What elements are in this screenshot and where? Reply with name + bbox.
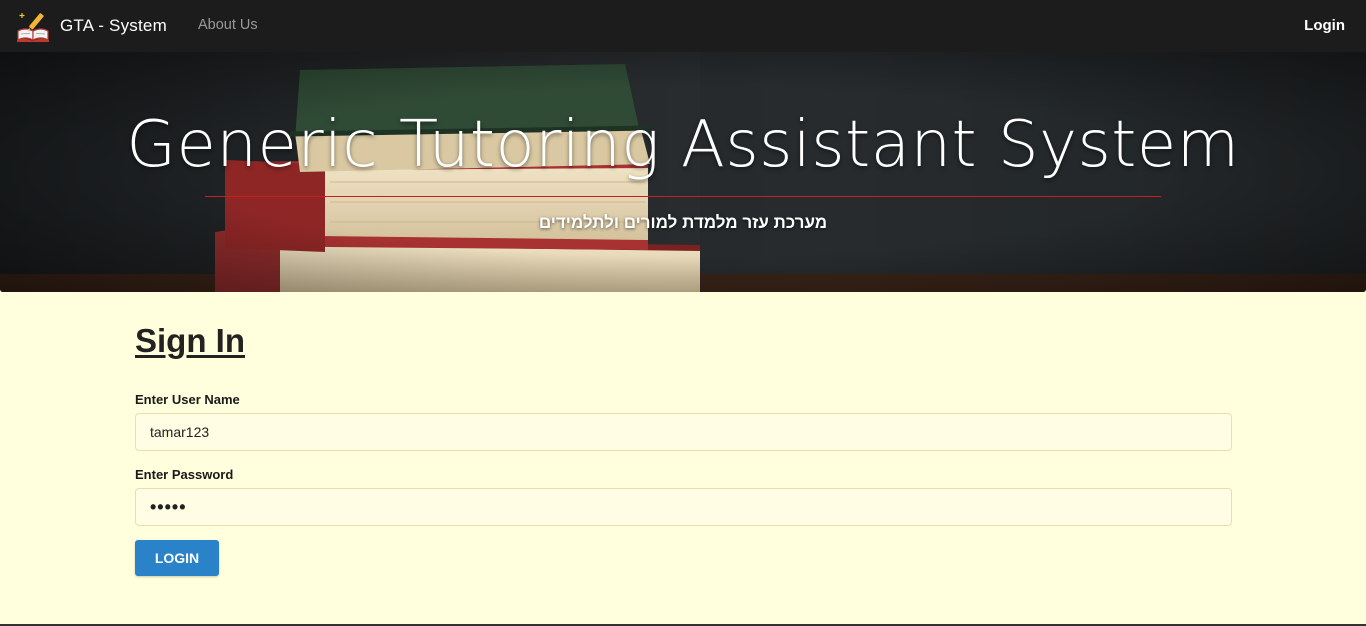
brand-link[interactable]: GTA - System [16,8,167,44]
nav-about-link[interactable]: About Us [198,17,258,33]
top-navbar: GTA - System About Us Login [0,0,1366,52]
signin-heading: Sign In [135,322,245,359]
username-value: tamar123 [150,424,210,440]
hero-subtitle: מערכת עזר מלמדת למורים ולתלמידים [538,213,828,232]
username-input[interactable]: tamar123 [135,413,1232,451]
password-value: ••••• [150,496,187,517]
brand-name: GTA - System [60,16,167,35]
password-input[interactable]: ••••• [135,488,1232,526]
hero-banner: Generic Tutoring Assistant System מערכת … [0,52,1366,292]
book-pencil-icon [17,13,49,42]
login-button[interactable]: LOGIN [135,540,219,576]
hero-divider [205,196,1161,197]
password-label: Enter Password [135,467,234,482]
nav-login-link[interactable]: Login [1304,17,1345,34]
username-label: Enter User Name [135,392,240,407]
hero-title: Generic Tutoring Assistant System [126,108,1240,182]
